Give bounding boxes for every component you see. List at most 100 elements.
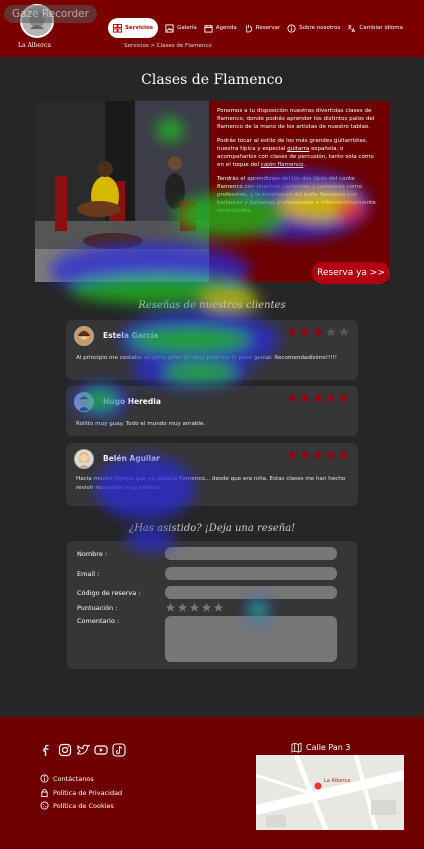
footer-link-label: Política de Privacidad bbox=[53, 788, 123, 797]
footer-link-label: Contáctanos bbox=[53, 774, 94, 783]
map-pin-label: La Alberca bbox=[324, 778, 351, 784]
nav-item-cambiar-idioma[interactable]: Cambiar idioma bbox=[347, 18, 403, 38]
star-icon bbox=[339, 393, 349, 403]
address: Calle Pan 3 bbox=[291, 742, 350, 753]
rating-input[interactable] bbox=[165, 602, 224, 613]
star-icon bbox=[300, 450, 310, 460]
nav-item-label: Galería bbox=[177, 25, 197, 31]
cookie-policy-link[interactable]: Política de Cookies bbox=[40, 801, 114, 810]
star-icon bbox=[339, 450, 349, 460]
nav-item-label: Servicios bbox=[125, 25, 154, 31]
nav-item-reservar[interactable]: Reservar bbox=[244, 18, 280, 38]
star-icon[interactable] bbox=[213, 602, 224, 613]
booking-code-field[interactable] bbox=[165, 586, 337, 599]
star-icon bbox=[300, 327, 310, 337]
star-icon bbox=[313, 450, 323, 460]
cajon-link[interactable]: cajón flamenco bbox=[261, 162, 304, 168]
star-rating bbox=[286, 326, 350, 338]
info-icon bbox=[40, 774, 49, 783]
page-title: Clases de Flamenco bbox=[141, 72, 283, 88]
flamenco-class-photo bbox=[35, 101, 209, 282]
gaze-recorder-badge: Gaze Recorder bbox=[4, 5, 97, 23]
nav-item-sobre-nosotros[interactable]: Sobre nosotros bbox=[287, 18, 340, 38]
star-rating bbox=[286, 449, 350, 461]
nav-item-label: Agenda bbox=[215, 25, 237, 31]
site-footer: Contáctanos Política de Privacidad Polít… bbox=[0, 717, 424, 849]
cookie-icon bbox=[40, 801, 49, 810]
gallery-icon bbox=[165, 23, 174, 33]
footer-link-label: Política de Cookies bbox=[53, 801, 114, 810]
hand-icon bbox=[246, 24, 252, 33]
email-label: Email : bbox=[77, 570, 100, 578]
review-text: Hacía mucho tiempo que no bailaba flamen… bbox=[76, 476, 346, 491]
name-field[interactable] bbox=[165, 547, 337, 560]
star-icon[interactable] bbox=[165, 602, 176, 613]
intro-text: Ponemos a tu disposición nuestras divert… bbox=[209, 101, 389, 282]
booking-code-label: Código de reserva : bbox=[77, 589, 141, 597]
star-icon bbox=[339, 327, 349, 337]
avatar bbox=[74, 392, 94, 412]
comment-label: Comentario : bbox=[77, 617, 120, 625]
star-icon[interactable] bbox=[201, 602, 212, 613]
location-map[interactable]: La Alberca bbox=[256, 755, 404, 830]
star-icon bbox=[287, 393, 297, 403]
contact-link[interactable]: Contáctanos bbox=[40, 774, 94, 783]
info-icon bbox=[287, 23, 296, 33]
star-rating bbox=[286, 392, 350, 404]
calendar-icon bbox=[204, 24, 213, 33]
star-icon bbox=[287, 450, 297, 460]
brand-name: La Alberca bbox=[18, 42, 51, 49]
nav-item-servicios[interactable]: Servicios bbox=[108, 18, 159, 38]
nav-item-label: Sobre nosotros bbox=[299, 25, 341, 31]
star-icon bbox=[300, 393, 310, 403]
review-text: Rollito muy guay. Todo el mundo muy amab… bbox=[76, 421, 206, 427]
reviewer-name: Hugo Heredia bbox=[103, 397, 161, 406]
review-card: Estela García Al principio me costaba un… bbox=[66, 320, 358, 380]
privacy-policy-link[interactable]: Política de Privacidad bbox=[40, 788, 122, 797]
star-icon bbox=[313, 327, 323, 337]
star-icon[interactable] bbox=[177, 602, 188, 613]
reviewer-name: Estela García bbox=[103, 331, 159, 340]
review-card: Hugo Heredia Rollito muy guay. Todo el m… bbox=[66, 386, 358, 436]
review-form: Nombre : Email : Código de reserva : Pun… bbox=[67, 541, 357, 669]
star-icon bbox=[326, 393, 336, 403]
tiktok-icon[interactable] bbox=[112, 743, 126, 757]
nav-item-label: Reservar bbox=[255, 25, 281, 31]
social-links bbox=[40, 743, 126, 757]
nav-item-galeria[interactable]: Galería bbox=[165, 18, 197, 38]
star-icon bbox=[326, 327, 336, 337]
reviews-title: Reseñas de nuestros clientes bbox=[138, 300, 286, 311]
star-icon bbox=[313, 393, 323, 403]
intro-paragraph-3: Tendrás el aprendizaje del los dos tipos… bbox=[217, 176, 376, 214]
map-icon bbox=[291, 742, 302, 753]
intro-paragraph-2: Podrás tocar al estilo de los más grande… bbox=[217, 138, 374, 168]
star-icon[interactable] bbox=[189, 602, 200, 613]
nav-item-agenda[interactable]: Agenda bbox=[204, 18, 237, 38]
facebook-icon[interactable] bbox=[40, 743, 54, 757]
avatar bbox=[74, 326, 94, 346]
address-text: Calle Pan 3 bbox=[306, 743, 351, 752]
review-card: Belén Aguilar Hacía mucho tiempo que no … bbox=[66, 443, 358, 506]
youtube-icon[interactable] bbox=[94, 743, 108, 757]
nav-item-label: Cambiar idioma bbox=[359, 25, 403, 31]
instagram-icon[interactable] bbox=[58, 743, 72, 757]
grid-icon bbox=[113, 23, 122, 33]
guitarra-link[interactable]: guitarra bbox=[287, 146, 309, 152]
site-header: La Alberca Gaze Recorder Servicios Galer… bbox=[0, 0, 424, 57]
email-field[interactable] bbox=[165, 567, 337, 580]
review-text: Al principio me costaba un poco pillar e… bbox=[76, 355, 337, 361]
star-icon bbox=[326, 450, 336, 460]
rating-label: Puntuación : bbox=[77, 604, 118, 612]
star-icon bbox=[287, 327, 297, 337]
lock-icon bbox=[41, 788, 48, 797]
main-nav: Servicios Galería Agenda Reservar Sobre … bbox=[108, 18, 410, 38]
review-form-title: ¿Has asistido? ¡Deja una reseña! bbox=[128, 523, 296, 534]
translate-icon bbox=[348, 24, 356, 32]
reserve-button[interactable]: Reserva ya >> bbox=[312, 262, 390, 284]
twitter-icon[interactable] bbox=[76, 743, 90, 757]
breadcrumb: Servicios > Clases de Flamenco bbox=[124, 43, 212, 49]
comment-field[interactable] bbox=[165, 616, 337, 662]
reviewer-name: Belén Aguilar bbox=[103, 454, 160, 463]
name-label: Nombre : bbox=[77, 550, 108, 558]
intro-paragraph: Ponemos a tu disposición nuestras divert… bbox=[217, 108, 375, 130]
